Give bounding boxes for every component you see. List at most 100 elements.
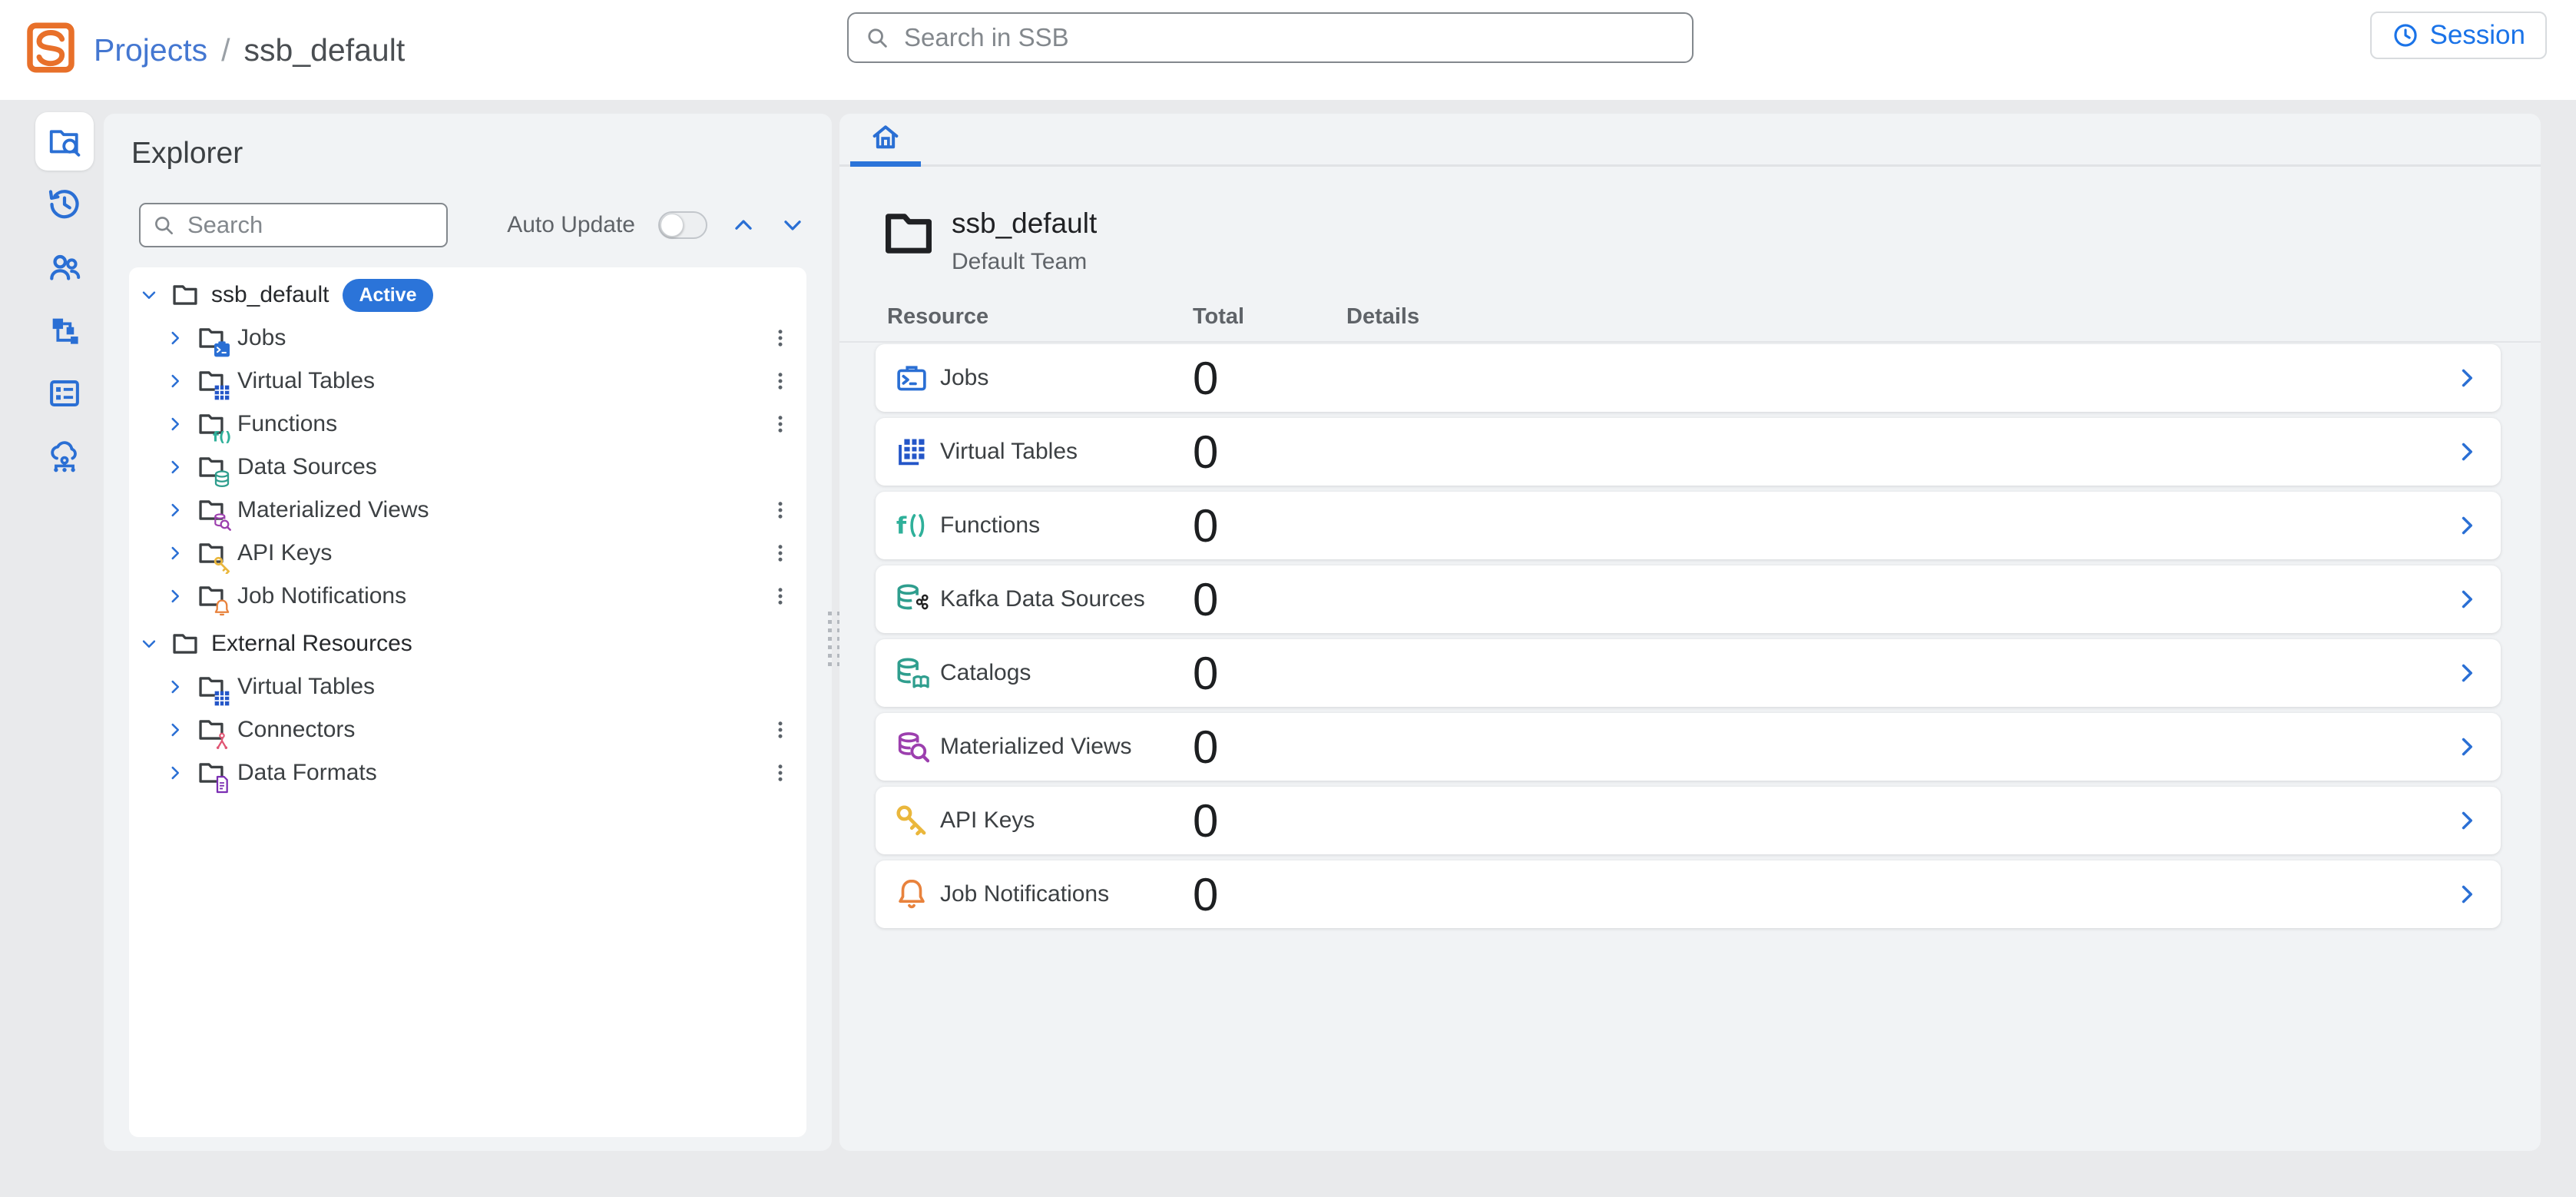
resource-row-jobs[interactable]: Jobs0: [876, 344, 2501, 412]
kebab-menu-icon[interactable]: [765, 542, 796, 565]
resource-table-header: Resource Total Details: [839, 304, 2541, 338]
tree-item-external-resources[interactable]: External Resources: [129, 622, 806, 665]
job-notifications-badge-icon: [213, 598, 231, 617]
breadcrumb: Projects / ssb_default: [94, 0, 405, 100]
resource-label: Catalogs: [940, 639, 1031, 707]
chevron-right-icon[interactable]: [163, 455, 187, 479]
global-search-input[interactable]: [902, 22, 1677, 53]
main-tab-bar: [839, 114, 2541, 167]
global-search-box[interactable]: [847, 12, 1694, 63]
chevron-right-icon[interactable]: [163, 541, 187, 565]
chevron-right-icon[interactable]: [2453, 659, 2481, 687]
kebab-menu-icon[interactable]: [765, 761, 796, 784]
auto-update-toggle[interactable]: [658, 211, 707, 239]
resource-row-catalogs[interactable]: Catalogs 0: [876, 639, 2501, 707]
folder-icon: [171, 280, 200, 310]
tree-item-virtual-tables[interactable]: Virtual Tables: [129, 360, 806, 403]
tree-item-api-keys[interactable]: API Keys: [129, 532, 806, 575]
chevron-right-icon[interactable]: [163, 718, 187, 742]
chevron-right-icon[interactable]: [163, 761, 187, 785]
kebab-menu-icon[interactable]: [765, 327, 796, 350]
tree-item-data-formats[interactable]: Data Formats: [129, 751, 806, 794]
tab-home[interactable]: [850, 114, 921, 167]
rail-button-flow-icon[interactable]: [35, 301, 94, 360]
explorer-folder-search-icon: [47, 124, 82, 159]
rail-button-forms-icon[interactable]: [35, 364, 94, 423]
resource-label: Job Notifications: [940, 860, 1109, 928]
flow-icon: [47, 313, 82, 348]
chevron-right-icon[interactable]: [163, 584, 187, 608]
breadcrumb-projects-link[interactable]: Projects: [94, 32, 207, 68]
kebab-menu-icon[interactable]: [765, 499, 796, 522]
tree-item-label: ssb_default: [211, 282, 329, 308]
resource-label: Materialized Views: [940, 713, 1132, 781]
rail-button-explorer-folder-search-icon[interactable]: [35, 112, 94, 171]
chevron-right-icon[interactable]: [2453, 807, 2481, 834]
chevron-right-icon[interactable]: [163, 498, 187, 522]
tree-item-connectors[interactable]: Connectors: [129, 708, 806, 751]
explorer-search-box[interactable]: [139, 203, 448, 247]
tree-item-job-notifications[interactable]: Job Notifications: [129, 575, 806, 618]
tree-item-jobs[interactable]: Jobs: [129, 317, 806, 360]
tree-item-label: API Keys: [237, 540, 332, 566]
kebab-menu-icon[interactable]: [765, 718, 796, 741]
folder-icon: [197, 323, 226, 353]
collapse-all-chevron-down-icon[interactable]: [780, 212, 806, 238]
chevron-down-icon[interactable]: [137, 632, 161, 656]
kebab-menu-icon[interactable]: [765, 370, 796, 393]
chevron-right-icon[interactable]: [2453, 438, 2481, 466]
main-panel: ssb_default Default Team Resource Total …: [839, 114, 2541, 1151]
chevron-right-icon[interactable]: [2453, 880, 2481, 908]
tree-item-label: Functions: [237, 411, 337, 437]
resource-row-kafka-data-sources[interactable]: Kafka Data Sources0: [876, 565, 2501, 633]
explorer-tree-card: ssb_defaultActive Jobs Virtual Tablesf()…: [129, 267, 806, 1137]
tree-item-virtual-tables[interactable]: Virtual Tables: [129, 665, 806, 708]
virtual-tables-badge-icon: [213, 689, 231, 708]
resource-total-count: 0: [1193, 492, 1218, 559]
folder-icon: [171, 629, 200, 658]
session-button[interactable]: Session: [2370, 12, 2547, 59]
rail-button-users-icon[interactable]: [35, 238, 94, 297]
resource-label: API Keys: [940, 787, 1035, 854]
chevron-right-icon[interactable]: [2453, 585, 2481, 613]
search-icon: [864, 25, 890, 51]
chevron-right-icon[interactable]: [163, 369, 187, 393]
chevron-right-icon[interactable]: [2453, 364, 2481, 392]
explorer-panel: Explorer Auto Update ssb_defaultActive J…: [104, 114, 832, 1151]
ssb-app-logo-icon[interactable]: [23, 20, 78, 75]
chevron-right-icon[interactable]: [163, 675, 187, 699]
tree-item-functions[interactable]: f()Functions: [129, 403, 806, 446]
resource-rows: Jobs0 Virtual Tables0f Functions0 Kafka …: [876, 344, 2501, 934]
resource-row-functions[interactable]: f Functions0: [876, 492, 2501, 559]
kebab-menu-icon[interactable]: [765, 585, 796, 608]
kebab-menu-icon[interactable]: [765, 413, 796, 436]
explorer-controls: Auto Update: [507, 203, 806, 247]
rail-button-history-icon[interactable]: [35, 175, 94, 234]
folder-icon: [197, 453, 226, 482]
chevron-right-icon[interactable]: [2453, 733, 2481, 761]
tree-item-materialized-views[interactable]: Materialized Views: [129, 489, 806, 532]
expand-all-chevron-up-icon[interactable]: [730, 212, 757, 238]
resource-label: Jobs: [940, 344, 988, 412]
chevron-right-icon[interactable]: [2453, 512, 2481, 539]
folder-icon: [197, 496, 226, 525]
breadcrumb-separator: /: [221, 32, 230, 68]
rail-button-cloud-network-icon[interactable]: [35, 427, 94, 486]
resource-row-api-keys[interactable]: API Keys0: [876, 787, 2501, 854]
resource-row-materialized-views[interactable]: Materialized Views0: [876, 713, 2501, 781]
auto-update-label: Auto Update: [507, 212, 635, 238]
chevron-down-icon[interactable]: [137, 283, 161, 307]
kafka-data-sources-icon: [894, 582, 929, 617]
tree-item-ssb_default[interactable]: ssb_defaultActive: [129, 274, 806, 317]
tree-item-label: External Resources: [211, 631, 412, 657]
resource-row-job-notifications[interactable]: Job Notifications0: [876, 860, 2501, 928]
resource-row-virtual-tables[interactable]: Virtual Tables0: [876, 418, 2501, 486]
resource-total-count: 0: [1193, 639, 1218, 707]
jobs-badge-icon: [213, 340, 231, 359]
chevron-right-icon[interactable]: [163, 412, 187, 436]
explorer-search-input[interactable]: [186, 211, 435, 240]
jobs-icon: [894, 360, 929, 396]
history-icon: [47, 187, 82, 222]
chevron-right-icon[interactable]: [163, 326, 187, 350]
tree-item-data-sources[interactable]: Data Sources: [129, 446, 806, 489]
